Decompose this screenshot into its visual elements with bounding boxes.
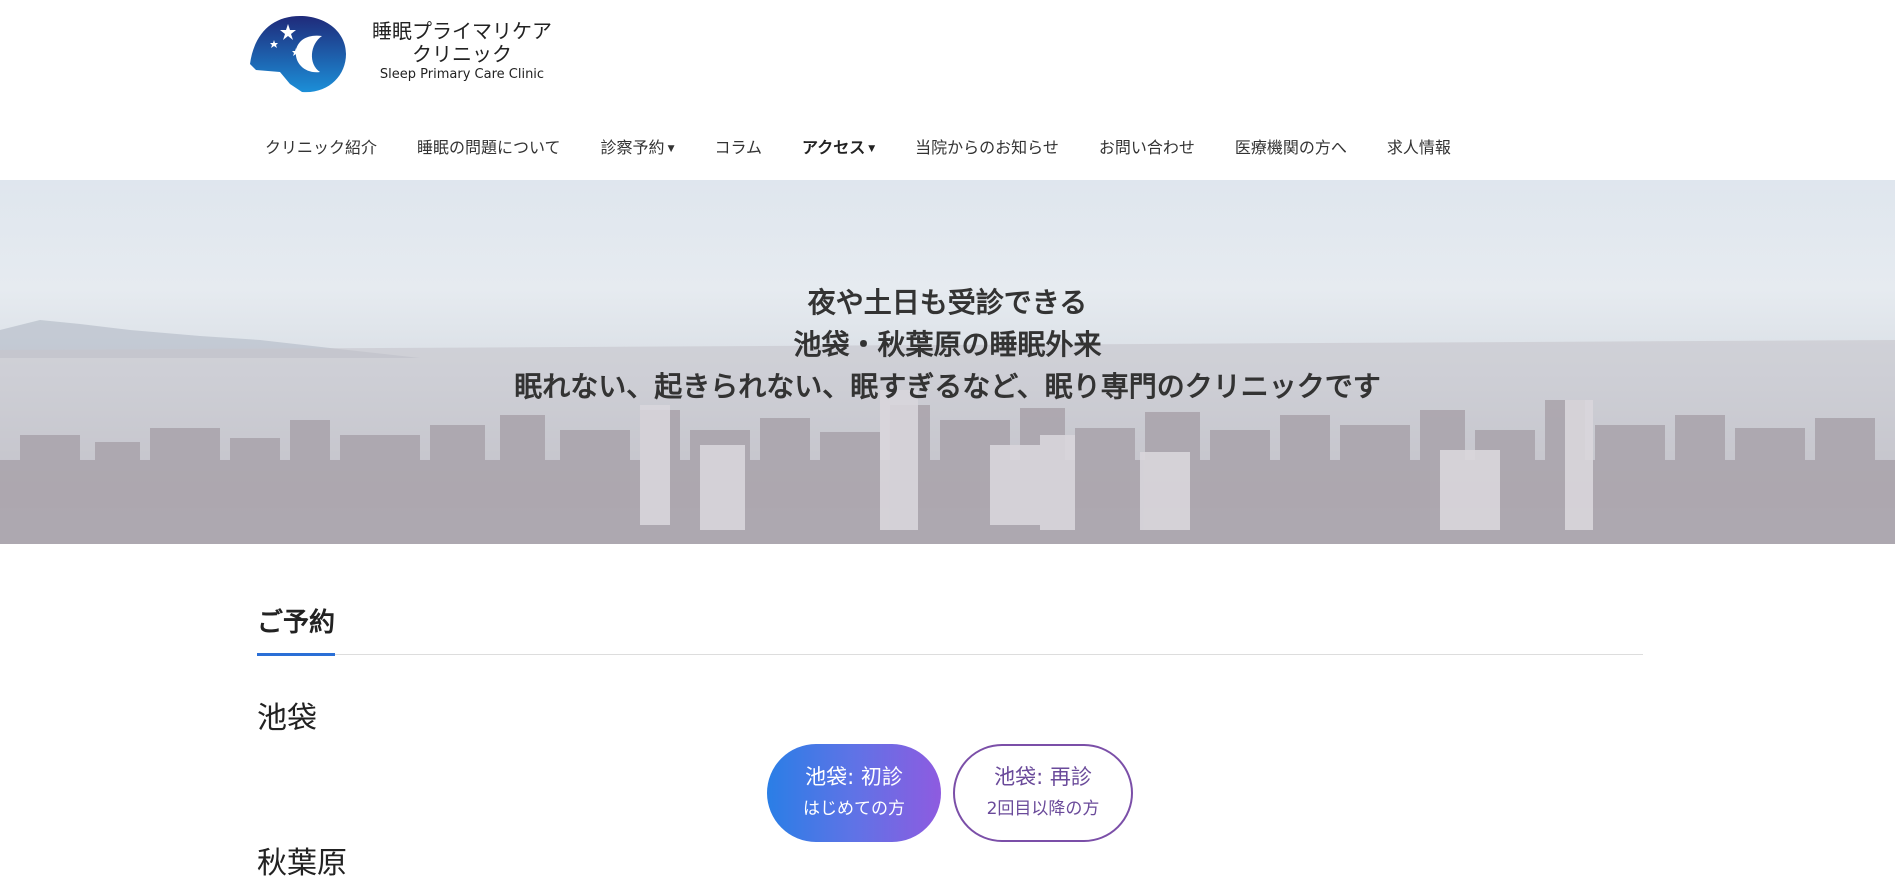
site-header: 睡眠プライマリケア クリニック Sleep Primary Care Clini… bbox=[0, 0, 1895, 180]
location-heading-akihabara: 秋葉原 bbox=[257, 846, 347, 881]
booking-section: ご予約 池袋 池袋: 初診 はじめての方 池袋: 再診 2回目以降の方 bbox=[257, 602, 1643, 842]
caret-down-icon: ▼ bbox=[667, 144, 675, 154]
button-sub-label: はじめての方 bbox=[803, 799, 905, 819]
hero-headline: 夜や土日も受診できる 池袋・秋葉原の睡眠外来 眠れない、起きられない、眠すぎるな… bbox=[0, 282, 1895, 408]
divider bbox=[257, 654, 1643, 655]
hero-line-3: 眠れない、起きられない、眠すぎるなど、眠り専門のクリニックです bbox=[514, 370, 1381, 403]
clinic-logo[interactable]: 睡眠プライマリケア クリニック Sleep Primary Care Clini… bbox=[250, 14, 552, 94]
ikebukuro-return-visit-button[interactable]: 池袋: 再診 2回目以降の方 bbox=[953, 744, 1133, 842]
main-nav: クリニック紹介 睡眠の問題について 診察予約 ▼ コラム アクセス ▼ 当院からのお… bbox=[245, 126, 1471, 166]
nav-item-medical-institutions[interactable]: 医療機関の方へ bbox=[1215, 126, 1367, 166]
ikebukuro-first-visit-button[interactable]: 池袋: 初診 はじめての方 bbox=[767, 744, 941, 842]
nav-label: 睡眠の問題について bbox=[417, 138, 561, 157]
booking-title: ご予約 bbox=[257, 602, 336, 656]
nav-item-recruit[interactable]: 求人情報 bbox=[1367, 126, 1471, 166]
nav-item-access[interactable]: アクセス ▼ bbox=[782, 126, 895, 166]
nav-item-clinic-intro[interactable]: クリニック紹介 bbox=[245, 126, 397, 166]
nav-label: お問い合わせ bbox=[1098, 138, 1195, 157]
hero-line-1: 夜や土日も受診できる bbox=[807, 286, 1088, 319]
location-heading-ikebukuro: 池袋 bbox=[257, 701, 317, 736]
nav-item-column[interactable]: コラム bbox=[694, 126, 782, 166]
nav-item-appointment[interactable]: 診察予約 ▼ bbox=[581, 126, 695, 166]
nav-label: クリニック紹介 bbox=[265, 138, 378, 157]
nav-label: 当院からのお知らせ bbox=[915, 138, 1059, 157]
nav-label: 診察予約 bbox=[600, 138, 665, 157]
hero-line-2: 池袋・秋葉原の睡眠外来 bbox=[793, 328, 1102, 361]
button-sub-label: 2回目以降の方 bbox=[986, 799, 1100, 819]
nav-item-sleep-problems[interactable]: 睡眠の問題について bbox=[397, 126, 581, 166]
nav-label: 医療機関の方へ bbox=[1234, 138, 1347, 157]
logo-text: 睡眠プライマリケア クリニック Sleep Primary Care Clini… bbox=[372, 20, 552, 84]
button-main-label: 池袋: 初診 bbox=[805, 765, 903, 789]
nav-item-contact[interactable]: お問い合わせ bbox=[1079, 126, 1215, 166]
logo-name-jp-line2: クリニック bbox=[412, 42, 512, 66]
moon-stars-logo-icon bbox=[250, 16, 346, 93]
button-main-label: 池袋: 再診 bbox=[994, 765, 1092, 789]
logo-name-jp-line1: 睡眠プライマリケア bbox=[372, 19, 552, 43]
nav-label: コラム bbox=[714, 138, 763, 157]
nav-item-news[interactable]: 当院からのお知らせ bbox=[895, 126, 1079, 166]
caret-down-icon: ▼ bbox=[868, 144, 876, 154]
nav-label: アクセス bbox=[802, 138, 866, 157]
booking-buttons: 池袋: 初診 はじめての方 池袋: 再診 2回目以降の方 bbox=[767, 744, 1133, 842]
logo-name-en: Sleep Primary Care Clinic bbox=[379, 67, 545, 82]
nav-label: 求人情報 bbox=[1386, 138, 1451, 157]
hero-banner: 夜や土日も受診できる 池袋・秋葉原の睡眠外来 眠れない、起きられない、眠すぎるな… bbox=[0, 180, 1895, 544]
